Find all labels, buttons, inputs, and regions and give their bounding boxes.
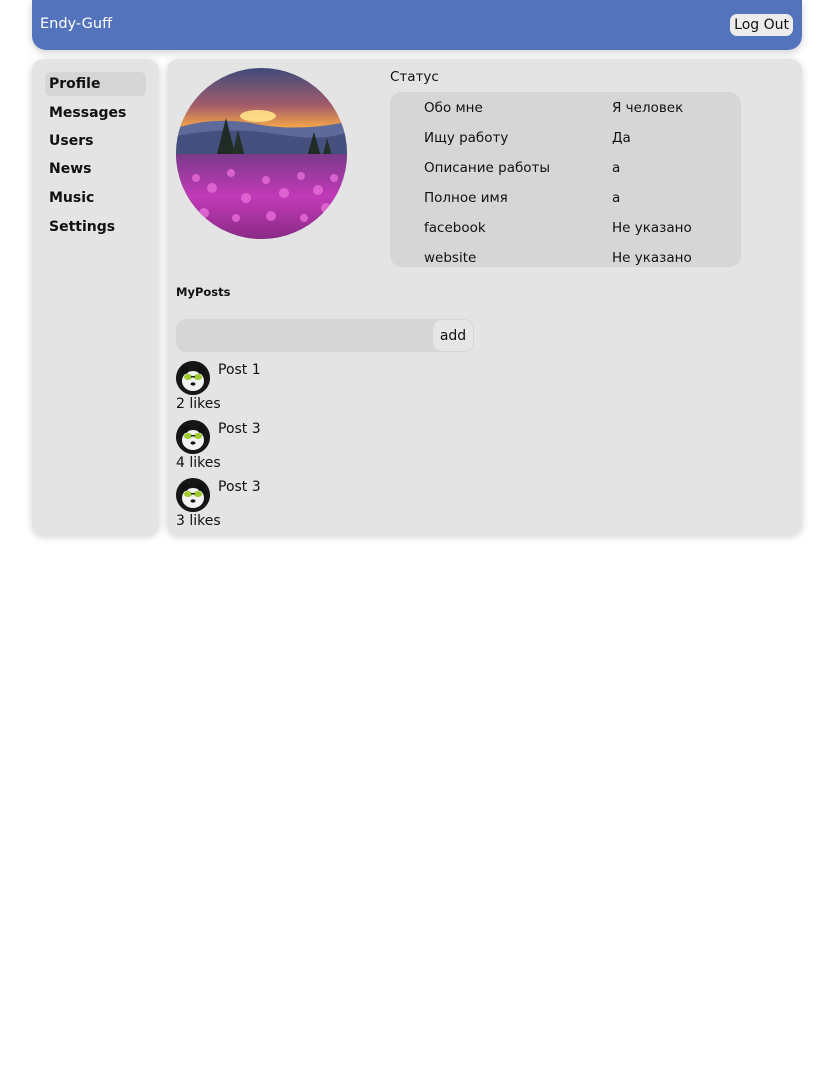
sidebar-item-profile[interactable]: Profile: [45, 72, 146, 96]
profile-status[interactable]: Статус: [390, 69, 439, 85]
sidebar-item-users[interactable]: Users: [45, 129, 146, 153]
info-row: Ищу работу Да: [424, 128, 734, 148]
info-label: Описание работы: [424, 160, 551, 176]
sidebar-item-music[interactable]: Music: [45, 186, 146, 210]
sidebar-item-messages[interactable]: Messages: [45, 101, 146, 125]
panda-avatar-icon: [176, 478, 210, 512]
post-item: Post 3 4 likes: [176, 420, 476, 476]
sidebar-nav: Profile Messages Users News Music Settin…: [32, 59, 159, 535]
posts-title: MyPosts: [176, 285, 231, 299]
panda-avatar-icon: [176, 361, 210, 395]
info-row: website Не указано: [424, 248, 734, 268]
info-row: Описание работы a: [424, 158, 734, 178]
post-item: Post 1 2 likes: [176, 361, 476, 417]
info-value: Да: [612, 130, 631, 146]
profile-avatar: [176, 68, 347, 239]
sidebar-item-settings[interactable]: Settings: [45, 215, 146, 239]
panda-avatar-icon: [176, 420, 210, 454]
post-text: Post 1: [218, 362, 261, 378]
new-post-input[interactable]: [176, 319, 431, 352]
landscape-avatar-icon: [176, 68, 347, 239]
post-text: Post 3: [218, 421, 261, 437]
info-value: a: [612, 160, 621, 176]
app-header: Endy-Guff Log Out: [32, 0, 802, 50]
info-value: Не указано: [612, 250, 692, 266]
info-label: website: [424, 250, 477, 266]
info-row: Полное имя a: [424, 188, 734, 208]
info-value: a: [612, 190, 621, 206]
info-label: Ищу работу: [424, 130, 509, 146]
add-post-button[interactable]: add: [433, 320, 473, 351]
info-value: Не указано: [612, 220, 692, 236]
info-value: Я человек: [612, 100, 684, 116]
info-label: Обо мне: [424, 100, 483, 116]
new-post-form: add: [176, 319, 474, 352]
profile-info-box: Обо мне Я человек Ищу работу Да Описание…: [390, 92, 741, 267]
logout-button[interactable]: Log Out: [730, 14, 793, 36]
post-likes: 2 likes: [176, 396, 221, 412]
post-likes: 4 likes: [176, 455, 221, 471]
post-item: Post 3 3 likes: [176, 478, 476, 534]
post-text: Post 3: [218, 479, 261, 495]
profile-content: Статус Обо мне Я человек Ищу работу Да О…: [167, 59, 802, 535]
info-row: Обо мне Я человек: [424, 98, 734, 118]
info-label: Полное имя: [424, 190, 508, 206]
post-likes: 3 likes: [176, 513, 221, 529]
info-label: facebook: [424, 220, 486, 236]
info-row: facebook Не указано: [424, 218, 734, 238]
brand-name: Endy-Guff: [40, 16, 113, 32]
sidebar-item-news[interactable]: News: [45, 157, 146, 181]
